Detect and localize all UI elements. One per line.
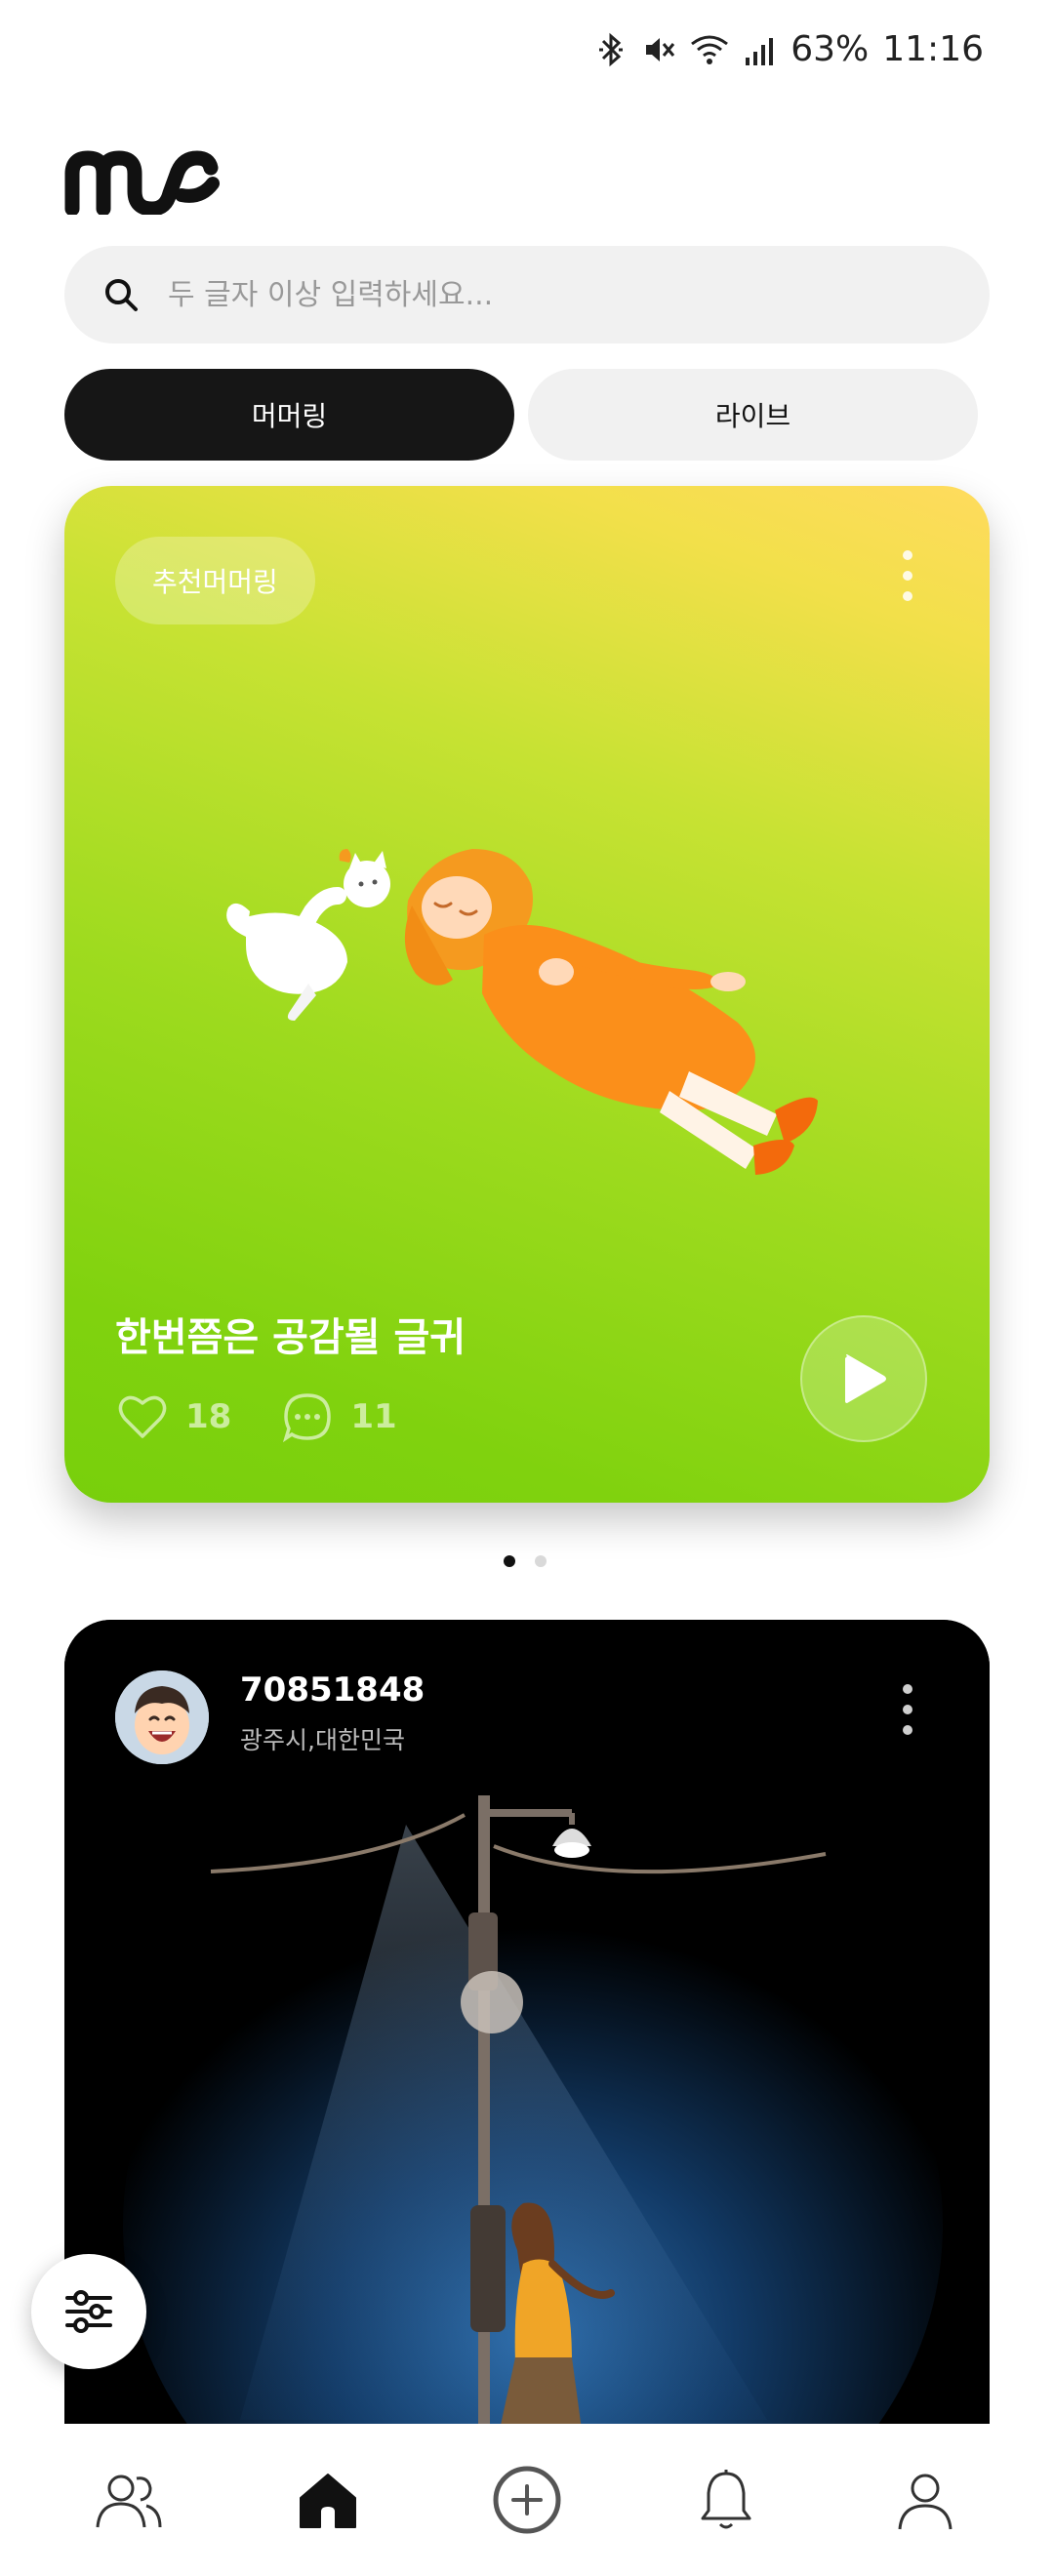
comment-count: 11 [350,1397,397,1436]
nav-home[interactable] [274,2446,382,2554]
heart-icon [118,1395,167,1438]
user-name[interactable]: 70851848 [240,1670,425,1710]
nav-create[interactable] [473,2446,581,2554]
profile-icon [898,2474,953,2530]
play-button[interactable] [800,1315,927,1442]
more-options-button[interactable] [888,1670,927,1749]
add-circle-icon [493,2466,561,2534]
nav-people[interactable] [75,2446,182,2554]
comment-icon [283,1393,332,1442]
carousel-pager [504,1555,547,1567]
more-options-button[interactable] [888,537,927,615]
bluetooth-icon [599,32,624,66]
filter-button[interactable] [31,2254,146,2369]
status-bar: 63% 11:16 [0,0,1054,113]
featured-card[interactable]: 추천머머링 한번쯤은 공감될 글귀 18 11 [64,486,990,1503]
post-stats: 18 11 [117,1391,430,1442]
pager-dot[interactable] [535,1555,547,1567]
clock: 11:16 [882,29,984,69]
recommended-badge: 추천머머링 [115,537,315,624]
tab-murmuring[interactable]: 머머링 [64,369,514,461]
comment-stat[interactable]: 11 [282,1391,397,1442]
search-icon [105,279,138,311]
like-count: 18 [185,1397,232,1436]
app-logo[interactable] [64,144,226,215]
user-location: 광주시,대한민국 [240,1726,405,1754]
search-bar[interactable] [64,246,990,343]
people-icon [96,2475,162,2528]
like-stat[interactable]: 18 [117,1393,231,1440]
sliders-icon [65,2290,112,2333]
bottom-navigation [0,2424,1054,2576]
post-title: 한번쯤은 공감될 글귀 [115,1315,466,1360]
avatar-face-icon [115,1670,209,1764]
battery-percent: 63% [790,29,870,69]
content-tabs: 머머링 라이브 [64,369,978,461]
nav-notifications[interactable] [672,2446,780,2554]
nav-profile[interactable] [872,2446,979,2554]
tab-live[interactable]: 라이브 [528,369,978,461]
signal-icon [746,37,774,65]
bell-icon [701,2470,751,2529]
pager-dot-active[interactable] [504,1555,515,1567]
status-icons: 63% 11:16 [595,29,984,69]
mute-icon [646,37,675,61]
home-icon [300,2474,356,2528]
user-avatar[interactable] [115,1670,209,1764]
wifi-icon [691,35,729,64]
search-input[interactable] [168,277,990,312]
play-icon [845,1354,886,1403]
